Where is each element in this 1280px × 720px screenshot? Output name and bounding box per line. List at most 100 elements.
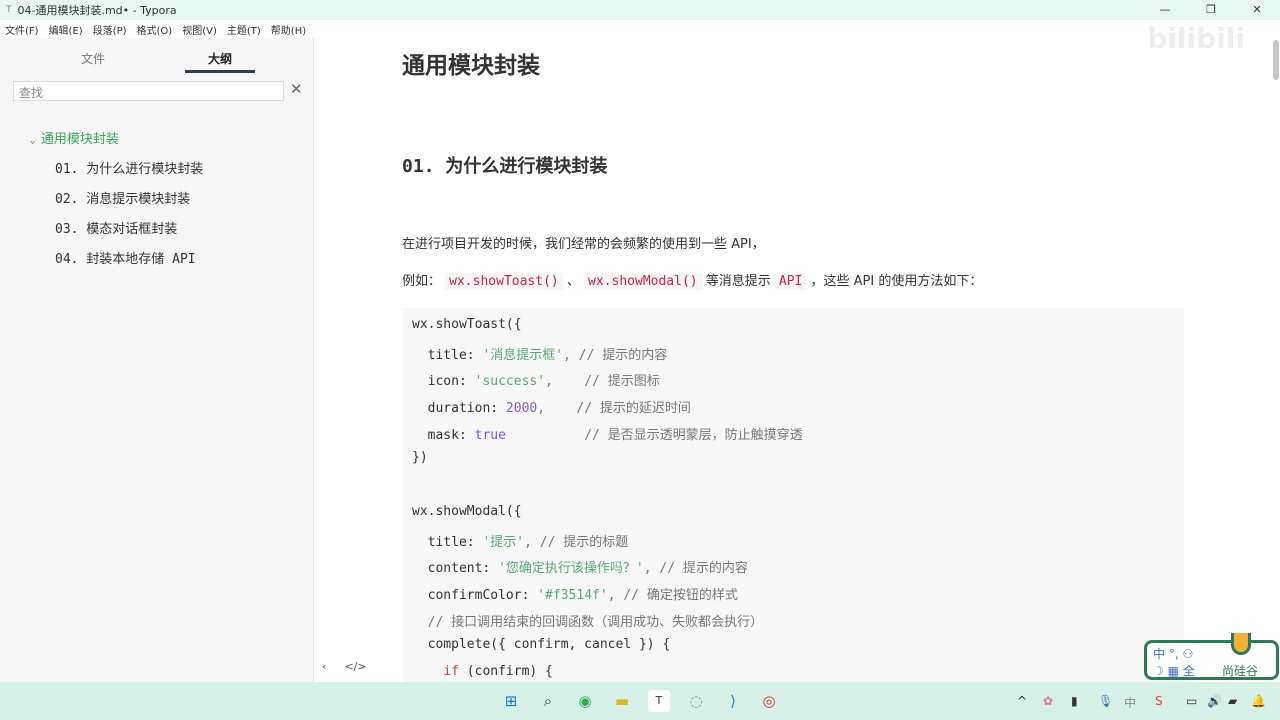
typora-icon: T (6, 5, 12, 15)
code-line: icon: 'success', // 提示图标 (412, 370, 1184, 397)
code-line: if (confirm) { (412, 664, 1184, 682)
text: 例如： (402, 274, 442, 289)
code-key: duration: (412, 401, 506, 417)
outline-item[interactable]: 02. 消息提示模块封装 (0, 190, 314, 220)
chevron-up-icon[interactable]: ^ (1017, 694, 1027, 708)
code-comment: , // 提示的标题 (524, 534, 629, 550)
code-key: title: (412, 534, 483, 550)
inline-code: API (774, 273, 807, 290)
ime-icon[interactable]: 中 (1124, 694, 1136, 711)
battery-icon[interactable]: ▰ (1228, 694, 1237, 708)
minimize-button[interactable]: — (1142, 0, 1188, 20)
menu-paragraph[interactable]: 段落(P) (93, 22, 127, 37)
code-number: 2000 (505, 401, 538, 417)
inline-code: wx.showModal() (584, 273, 702, 290)
ime-status-2: ☽ ▦ 全 (1153, 664, 1195, 678)
chrome-icon[interactable]: ◎ (758, 690, 780, 712)
window-title: 04-通用模块封装.md• - Typora (17, 4, 177, 17)
outline-item[interactable]: 03. 模态对话框封装 (0, 220, 314, 250)
wechat-icon[interactable]: ◉ (574, 690, 596, 712)
volume-icon[interactable]: 🔊 (1207, 694, 1222, 708)
code-key: title: (412, 347, 483, 363)
menu-view[interactable]: 视图(V) (182, 22, 217, 37)
code-line: title: '消息提示框', // 提示的内容 (412, 344, 1184, 371)
network-icon[interactable]: ▭ (1186, 694, 1197, 708)
paragraph: 例如： wx.showToast() 、 wx.showModal() 等消息提… (402, 270, 983, 290)
code-line: complete({ confirm, cancel }) { (412, 637, 671, 653)
code-block[interactable]: wx.showToast({ title: '消息提示框', // 提示的内容 … (402, 308, 1184, 682)
code-string: '提示' (482, 534, 525, 550)
taskbar: ⊞ ⌕ ◉ ▬ T ◌ ⟩ ◎ ^ ✿ ▮ 🎙 中 S ▭ 🔊 ▰ 🔔 (0, 682, 1280, 720)
ime-badge[interactable]: 中 °, ⚇ ☽ ▦ 全 尚硅谷 (1144, 633, 1279, 680)
code-key: content: (412, 561, 499, 577)
menu-file[interactable]: 文件(F) (5, 22, 39, 37)
outline-item[interactable]: 01. 为什么进行模块封装 (0, 160, 314, 190)
code-string: '消息提示框' (482, 347, 564, 363)
code-line: }) (412, 450, 428, 466)
editor[interactable]: 通用模块封装 01. 为什么进行模块封装 在进行项目开发的时候，我们经常的会频繁… (315, 38, 1280, 682)
maximize-button[interactable]: ❐ (1188, 0, 1234, 20)
outline-item[interactable]: ⌄ 通用模块封装 (0, 130, 314, 160)
close-button[interactable]: ✕ (1234, 0, 1280, 20)
code-comment: , // 提示的内容 (643, 561, 748, 577)
code-key: confirmColor: (412, 587, 538, 603)
bilibili-watermark: bilibili (1147, 22, 1245, 55)
text: ，这些 API 的使用方法如下： (810, 274, 983, 289)
outline-item[interactable]: 04. 封装本地存储 API (0, 250, 314, 280)
scrollbar[interactable] (1273, 40, 1279, 80)
outline-list: ⌄ 通用模块封装 01. 为什么进行模块封装 02. 消息提示模块封装 03. … (0, 130, 314, 280)
code-comment: , // 提示图标 (545, 374, 660, 390)
vscode-icon[interactable]: ⟩ (722, 690, 744, 712)
windows-start-icon[interactable]: ⊞ (500, 690, 522, 712)
tab-outline[interactable]: 大纲 (208, 50, 232, 67)
close-icon[interactable]: ✕ (290, 80, 303, 98)
brand-label: 尚硅谷 (1222, 664, 1259, 678)
code-line: confirmColor: '#f3514f', // 确定按钮的样式 (412, 584, 1184, 611)
notification-bell-icon[interactable]: 🔔 (1251, 694, 1266, 708)
file-explorer-icon[interactable]: ▬ (611, 690, 633, 712)
code-string: '#f3514f' (537, 587, 608, 603)
tray-app-icon[interactable]: ✿ (1043, 694, 1053, 708)
heading-1: 通用模块封装 (402, 53, 540, 79)
code-key: icon: (412, 374, 475, 390)
menu-bar: 文件(F) 编辑(E) 段落(P) 格式(O) 视图(V) 主题(T) 帮助(H… (0, 20, 1280, 38)
sogou-icon[interactable]: S (1155, 694, 1163, 708)
code-literal: true (474, 427, 506, 443)
code-line: mask: true // 是否显示透明蒙层，防止触摸穿透 (412, 424, 1184, 451)
code-key: mask: (412, 427, 475, 443)
code-line: title: '提示', // 提示的标题 (412, 531, 1184, 558)
menu-theme[interactable]: 主题(T) (227, 22, 261, 37)
typora-icon[interactable]: T (648, 690, 670, 712)
code-comment: , // 确定按钮的样式 (607, 587, 738, 603)
code-line: content: '您确定执行该操作吗？', // 提示的内容 (412, 557, 1184, 584)
ime-status-1: 中 °, ⚇ (1153, 647, 1194, 661)
code-line: wx.showModal({ (412, 503, 522, 519)
code-string: '您确定执行该操作吗？' (498, 561, 644, 577)
app-icon[interactable]: ◌ (685, 690, 707, 712)
menu-format[interactable]: 格式(O) (137, 22, 173, 37)
outline-search-input[interactable]: 查找 (13, 81, 284, 101)
text: 、 (566, 274, 580, 289)
microphone-icon[interactable]: 🎙 (1098, 694, 1113, 708)
brand-logo-icon (1231, 633, 1251, 655)
code-text: (confirm) { (458, 663, 553, 679)
text: 等消息提示 (705, 274, 771, 289)
inline-code: wx.showToast() (445, 273, 563, 290)
sidebar: 文件 大纲 查找 ✕ ⌄ 通用模块封装 01. 为什么进行模块封装 02. 消息… (0, 38, 314, 682)
tray-bookmark-icon[interactable]: ▮ (1071, 694, 1078, 708)
outline-item-label: 通用模块封装 (40, 132, 119, 147)
code-keyword: if (443, 663, 459, 679)
menu-help[interactable]: 帮助(H) (271, 22, 306, 37)
code-comment: , // 提示的延迟时间 (537, 401, 691, 417)
title-bar: T 04-通用模块封装.md• - Typora — ❐ ✕ (0, 0, 1280, 20)
active-tab-indicator (185, 70, 255, 73)
code-line: wx.showToast({ (412, 317, 522, 332)
tab-files[interactable]: 文件 (81, 50, 105, 67)
menu-edit[interactable]: 编辑(E) (49, 22, 83, 37)
search-icon[interactable]: ⌕ (537, 690, 559, 712)
heading-2: 01. 为什么进行模块封装 (402, 156, 608, 177)
code-comment: // 是否显示透明蒙层，防止触摸穿透 (505, 427, 803, 443)
code-comment: , // 提示的内容 (563, 347, 668, 363)
